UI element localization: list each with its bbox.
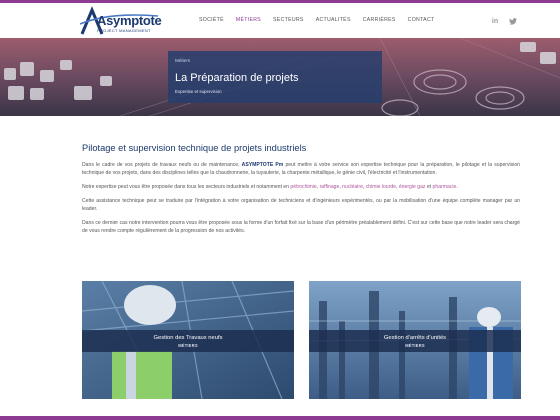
sector-link-petrochimie[interactable]: pétrochimie — [290, 184, 316, 190]
card-category: MÉTIERS — [178, 343, 198, 348]
section-title: Pilotage et supervision technique de pro… — [82, 143, 307, 153]
paragraph-assistance: Cette assistance technique peut se tradu… — [82, 197, 520, 213]
breadcrumb[interactable]: Métiers — [175, 58, 190, 63]
nav-item-carrieres[interactable]: CARRIÈRES — [363, 17, 396, 23]
linkedin-icon[interactable]: in — [490, 16, 500, 26]
nav-item-metiers[interactable]: MÉTIERS — [236, 17, 261, 23]
card-caption: Gestion d'arrêts d'unités MÉTIERS — [309, 330, 521, 352]
hero-banner: Métiers La Préparation de projets Expert… — [0, 38, 560, 116]
text: . — [456, 184, 458, 191]
logo-tagline: PROJECT MANAGEMENT — [97, 28, 151, 33]
paragraph-forfait: Dans ce dernier cas notre intervention p… — [82, 219, 520, 235]
twitter-icon[interactable] — [508, 16, 518, 26]
card-caption: Gestion des Travaux neufs MÉTIERS — [82, 330, 294, 352]
sector-link-pharmacie[interactable]: pharmacie — [433, 184, 457, 190]
paragraph-sectors: Notre expertise peut vous être proposée … — [82, 184, 458, 191]
nav-item-contact[interactable]: CONTACT — [408, 17, 435, 23]
text: Dans le cadre de vos projets de travaux … — [82, 162, 242, 168]
nav-item-secteurs[interactable]: SECTEURS — [273, 17, 304, 23]
card-title: Gestion d'arrêts d'unités — [383, 335, 447, 341]
logo-name: Asymptote — [97, 13, 162, 28]
card-arrets-unites[interactable]: Gestion d'arrêts d'unités MÉTIERS — [309, 281, 521, 399]
card-category: MÉTIERS — [405, 343, 425, 348]
brand-name: ASYMPTOTE Pm — [241, 162, 284, 168]
site-logo[interactable]: Asymptote PROJECT MANAGEMENT — [80, 6, 162, 36]
page-subtitle: Expertise et supervision — [175, 89, 222, 94]
main-nav: SOCIÉTÉ MÉTIERS SECTEURS ACTUALITÉS CARR… — [199, 17, 446, 23]
site-header: Asymptote PROJECT MANAGEMENT SOCIÉTÉ MÉT… — [0, 3, 560, 38]
page-title: La Préparation de projets — [175, 72, 299, 84]
card-travaux-neufs[interactable]: Gestion des Travaux neufs MÉTIERS — [82, 281, 294, 399]
nav-item-societe[interactable]: SOCIÉTÉ — [199, 17, 224, 23]
sector-link-chimie-lourde[interactable]: chimie lourde — [366, 184, 396, 190]
sector-link-nucleaire[interactable]: nucléaire — [342, 184, 363, 190]
sector-link-raffinage[interactable]: raffinage — [320, 184, 340, 190]
nav-item-actualites[interactable]: ACTUALITÉS — [316, 17, 351, 23]
bottom-accent-line — [0, 416, 560, 420]
text: Notre expertise peut vous être proposée … — [82, 184, 291, 191]
card-title: Gestion des Travaux neufs — [153, 335, 223, 341]
hero-title-panel: Métiers La Préparation de projets Expert… — [168, 51, 382, 103]
paragraph-intro: Dans le cadre de vos projets de travaux … — [82, 161, 520, 178]
sector-link-energie-gaz[interactable]: énergie gaz — [399, 184, 426, 190]
main-content: Pilotage et supervision technique de pro… — [82, 143, 520, 241]
